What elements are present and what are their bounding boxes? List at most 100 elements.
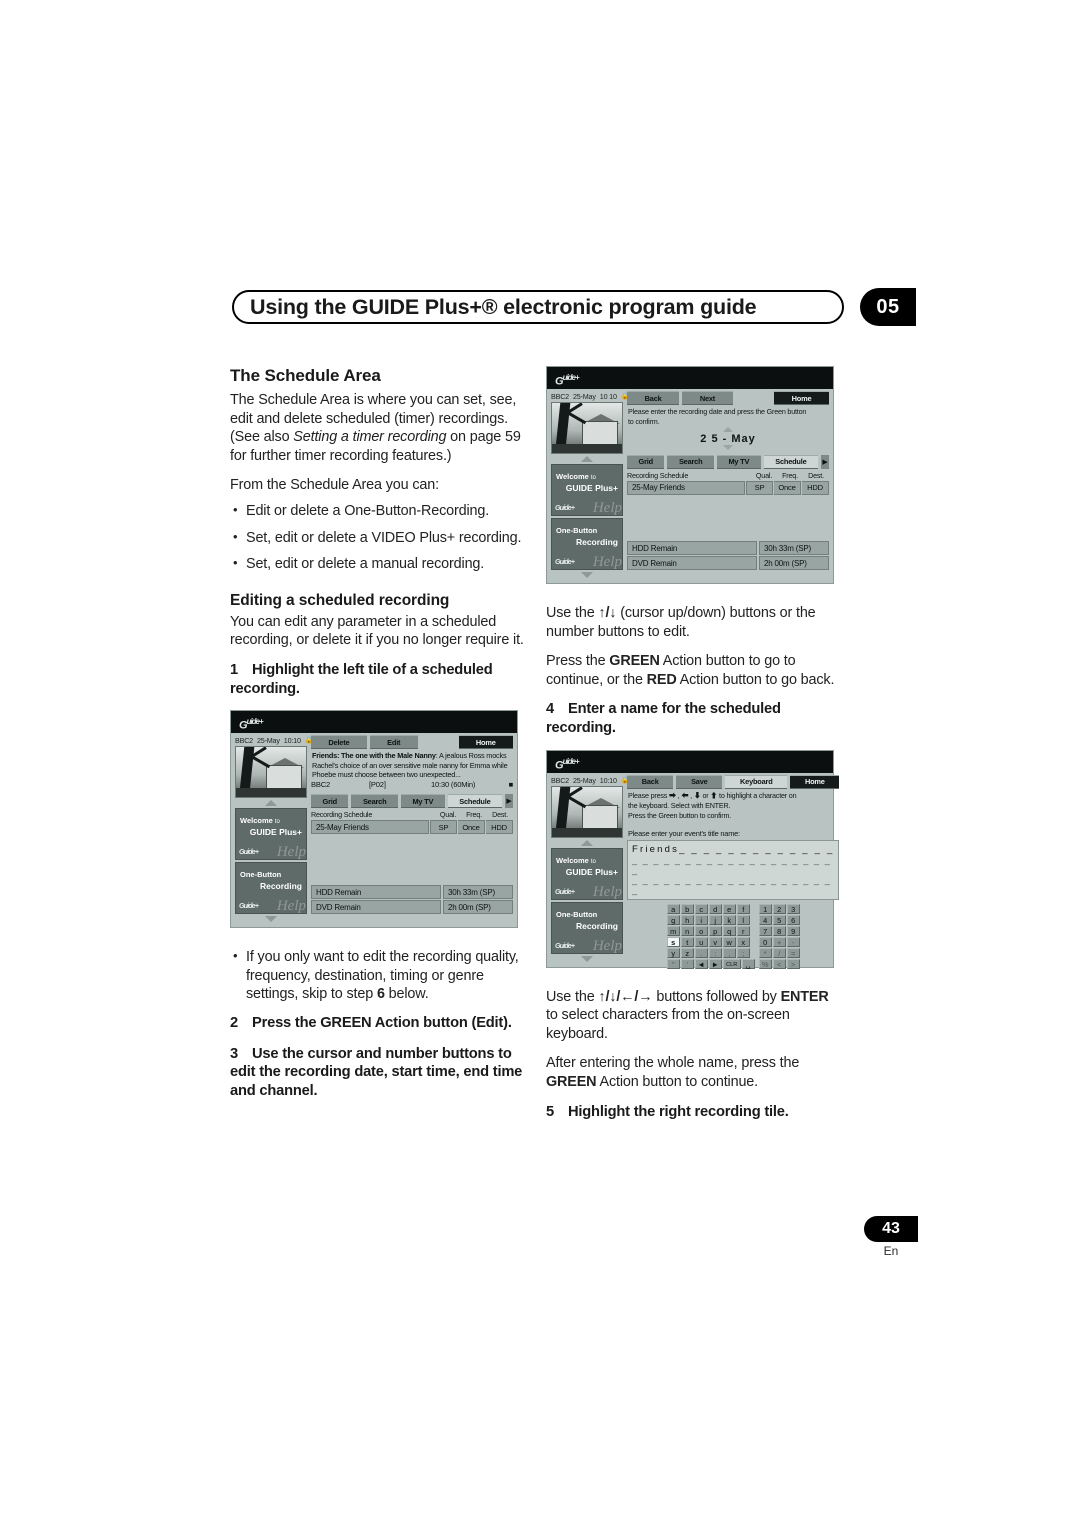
key-equals[interactable]: =	[786, 947, 800, 958]
key-5[interactable]: 5	[772, 914, 786, 925]
key-asterisk[interactable]: *	[758, 947, 772, 958]
schedule-row-dest[interactable]: HDD	[486, 820, 513, 835]
key-m[interactable]: m	[666, 925, 680, 936]
key-slash[interactable]: /	[772, 947, 786, 958]
save-button[interactable]: Save	[676, 774, 723, 789]
home-button[interactable]: Home	[458, 735, 514, 750]
key-1[interactable]: 1	[758, 903, 772, 914]
key-q[interactable]: q	[722, 925, 736, 936]
tab-next-arrow-icon[interactable]: ▶	[821, 454, 830, 469]
date-spinner-down-icon[interactable]	[723, 444, 733, 450]
key-colon[interactable]: :	[708, 947, 722, 958]
tab-search[interactable]: Search	[351, 794, 398, 809]
schedule-row-dest[interactable]: HDD	[802, 480, 829, 495]
key-0[interactable]: 0	[758, 936, 772, 947]
tile-welcome-guide-plus[interactable]: Welcome to GUIDE Plus+ Help Guide+	[551, 847, 623, 900]
key-a[interactable]: a	[666, 903, 680, 914]
key-l[interactable]: l	[736, 914, 750, 925]
tab-grid[interactable]: Grid	[311, 794, 349, 809]
key-quote-double[interactable]: "	[666, 958, 680, 969]
tile-one-button-recording[interactable]: One-Button Recording Help Guide+	[235, 862, 307, 915]
key-7[interactable]: 7	[758, 925, 772, 936]
date-spinner-up-icon[interactable]	[723, 426, 733, 432]
key-minus[interactable]: -	[786, 936, 800, 947]
key-h[interactable]: h	[680, 914, 694, 925]
key-v[interactable]: v	[708, 936, 722, 947]
key-3[interactable]: 3	[786, 903, 800, 914]
key-2[interactable]: 2	[772, 903, 786, 914]
key-k[interactable]: k	[722, 914, 736, 925]
key-t[interactable]: t	[680, 936, 694, 947]
table-row[interactable]: 25-May Friends SP Once HDD	[311, 820, 513, 835]
key-8[interactable]: 8	[772, 925, 786, 936]
key-6[interactable]: 6	[786, 914, 800, 925]
key-w[interactable]: w	[722, 936, 736, 947]
key-p[interactable]: p	[708, 925, 722, 936]
schedule-row-freq[interactable]: Once	[458, 820, 485, 835]
scroll-down-arrow-icon[interactable]	[580, 955, 593, 962]
table-row[interactable]: 25-May Friends SP Once HDD	[627, 480, 829, 495]
tile-welcome-guide-plus[interactable]: Welcome to GUIDE Plus+ Help Guide+	[235, 808, 307, 861]
key-x[interactable]: x	[736, 936, 750, 947]
tab-search[interactable]: Search	[667, 454, 714, 469]
key-f[interactable]: f	[736, 903, 750, 914]
schedule-row-qual[interactable]: SP	[430, 820, 457, 835]
key-e[interactable]: e	[722, 903, 736, 914]
key-y[interactable]: y	[666, 947, 680, 958]
scroll-up-arrow-icon[interactable]	[580, 839, 593, 846]
tile-welcome-guide-plus[interactable]: Welcome to GUIDE Plus+ Help Guide+	[551, 464, 623, 516]
back-button[interactable]: Back	[627, 774, 674, 789]
key-n[interactable]: n	[680, 925, 694, 936]
tab-schedule[interactable]: Schedule	[763, 454, 819, 469]
scroll-down-arrow-icon[interactable]	[264, 916, 277, 923]
tab-next-arrow-icon[interactable]: ▶	[505, 794, 514, 809]
schedule-row-name[interactable]: 25-May Friends	[627, 480, 745, 495]
tab-schedule[interactable]: Schedule	[447, 794, 503, 809]
schedule-row-name[interactable]: 25-May Friends	[311, 820, 429, 835]
key-left-arrow-icon[interactable]: ◄	[694, 958, 708, 969]
name-entry-field[interactable]: Friends_ _ _ _ _ _ _ _ _ _ _ _ _ _ _ _ _…	[627, 839, 840, 900]
next-button[interactable]: Next	[682, 391, 733, 405]
key-quote-single[interactable]: '	[680, 958, 694, 969]
key-d[interactable]: d	[708, 903, 722, 914]
key-comma[interactable]: ,	[722, 947, 736, 958]
key-clear[interactable]: CLR	[722, 958, 741, 969]
tile-one-button-recording[interactable]: One-Button Recording Help Guide+	[551, 518, 623, 570]
scroll-down-arrow-icon[interactable]	[580, 572, 593, 578]
key-r[interactable]: r	[736, 925, 750, 936]
scroll-up-arrow-icon[interactable]	[264, 800, 277, 807]
home-button[interactable]: Home	[774, 391, 830, 405]
key-i[interactable]: i	[694, 914, 708, 925]
tab-grid[interactable]: Grid	[627, 454, 665, 469]
key-b[interactable]: b	[680, 903, 694, 914]
key-4[interactable]: 4	[758, 914, 772, 925]
key-space[interactable]: ␣	[741, 958, 755, 969]
key-c[interactable]: c	[694, 903, 708, 914]
keyboard-button[interactable]: Keyboard	[725, 774, 788, 789]
tile-one-button-recording[interactable]: One-Button Recording Help Guide+	[551, 901, 623, 954]
key-right-arrow-icon[interactable]: ►	[708, 958, 722, 969]
key-percent[interactable]: %	[758, 958, 772, 969]
delete-button[interactable]: Delete	[311, 735, 367, 750]
key-9[interactable]: 9	[786, 925, 800, 936]
date-value-field[interactable]: 2 5 - May	[627, 433, 829, 445]
key-o[interactable]: o	[694, 925, 708, 936]
key-greater-than[interactable]: >	[786, 958, 800, 969]
key-semicolon[interactable]: ;	[736, 947, 750, 958]
tab-my-tv[interactable]: My TV	[716, 454, 761, 469]
tab-my-tv[interactable]: My TV	[400, 794, 445, 809]
key-g[interactable]: g	[666, 914, 680, 925]
edit-button[interactable]: Edit	[369, 735, 418, 750]
home-button[interactable]: Home	[790, 774, 840, 789]
key-j[interactable]: j	[708, 914, 722, 925]
back-button[interactable]: Back	[627, 391, 680, 405]
key-u[interactable]: u	[694, 936, 708, 947]
key-period[interactable]: .	[694, 947, 708, 958]
key-s[interactable]: s	[666, 936, 680, 947]
key-less-than[interactable]: <	[772, 958, 786, 969]
key-plus[interactable]: +	[772, 936, 786, 947]
schedule-row-freq[interactable]: Once	[774, 480, 801, 495]
schedule-row-qual[interactable]: SP	[746, 480, 773, 495]
key-z[interactable]: z	[680, 947, 694, 958]
scroll-up-arrow-icon[interactable]	[580, 456, 593, 462]
